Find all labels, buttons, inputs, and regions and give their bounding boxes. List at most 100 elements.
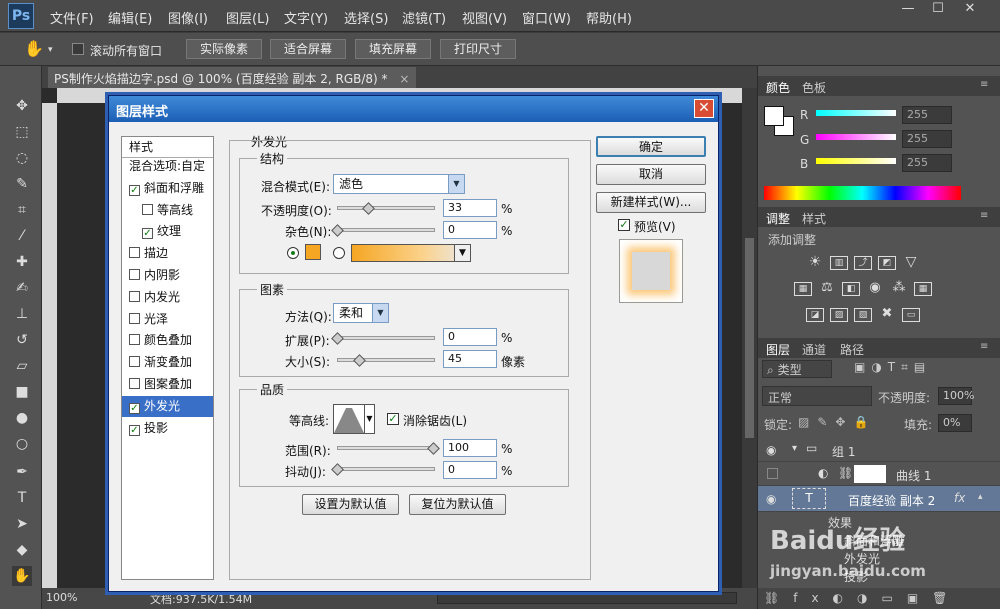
channel-b-slider[interactable] xyxy=(816,158,896,164)
style-list-item[interactable]: 内阴影 xyxy=(122,265,213,286)
opacity-slider-track[interactable] xyxy=(337,206,435,210)
style-list-item[interactable]: 等高线 xyxy=(122,200,213,221)
dialog-close-button[interactable]: ✕ xyxy=(694,99,714,118)
style-list-item[interactable]: 混合选项:自定 xyxy=(122,156,213,177)
style-list-item[interactable]: 渐变叠加 xyxy=(122,352,213,373)
vertical-scrollbar[interactable] xyxy=(742,88,757,588)
chevron-down-icon[interactable]: ▼ xyxy=(364,405,374,433)
fill-value[interactable]: 0% xyxy=(938,414,972,432)
style-checkbox[interactable]: ✓ xyxy=(142,228,153,240)
method-select[interactable]: 柔和 ▼ xyxy=(333,303,389,323)
menu-help[interactable]: 帮助(H) xyxy=(586,8,632,27)
panel-menu-icon[interactable]: ≡ xyxy=(980,210,988,221)
layer-filter-kind[interactable]: ⌕ 类型 xyxy=(762,360,832,378)
new-style-button[interactable]: 新建样式(W)... xyxy=(596,192,706,213)
eyedropper-tool-icon[interactable]: ⁄ xyxy=(12,226,32,246)
quick-select-tool-icon[interactable]: ✎ xyxy=(12,174,32,194)
clone-stamp-tool-icon[interactable]: ⊥ xyxy=(12,304,32,324)
style-checkbox[interactable] xyxy=(129,247,140,259)
layer-opacity-value[interactable]: 100% xyxy=(938,387,974,405)
tab-channels[interactable]: 通道 xyxy=(802,341,826,358)
healing-brush-tool-icon[interactable]: ✚ xyxy=(12,252,32,272)
style-list-item[interactable]: ✓ 纹理 xyxy=(122,221,213,242)
hand-tool-icon[interactable]: ✋ xyxy=(24,39,44,58)
invert-icon[interactable]: ◪ xyxy=(806,308,824,322)
style-checkbox[interactable] xyxy=(129,290,140,302)
channel-g-value[interactable]: 255 xyxy=(902,130,952,148)
move-tool-icon[interactable]: ✥ xyxy=(12,96,32,116)
menu-select[interactable]: 选择(S) xyxy=(344,8,388,27)
chevron-down-icon[interactable]: ▼ xyxy=(372,304,388,322)
dodge-tool-icon[interactable]: ○ xyxy=(12,434,32,454)
brightness-icon[interactable]: ☀ xyxy=(806,255,824,270)
antialias-checkbox[interactable]: ✓ xyxy=(387,413,399,425)
vibrance-icon[interactable]: ▽ xyxy=(902,255,920,270)
threshold-icon[interactable]: ▧ xyxy=(854,308,872,322)
horizontal-scrollbar[interactable] xyxy=(437,592,737,604)
panel-menu-icon[interactable]: ≡ xyxy=(980,341,988,352)
fill-screen-button[interactable]: 填充屏幕 xyxy=(355,39,431,59)
type-tool-icon[interactable]: T xyxy=(12,488,32,508)
tab-paths[interactable]: 路径 xyxy=(840,341,864,358)
style-list-item[interactable]: 样式 xyxy=(122,137,213,158)
exposure-icon[interactable]: ◩ xyxy=(878,256,896,270)
style-checkbox[interactable] xyxy=(129,378,140,389)
menu-view[interactable]: 视图(V) xyxy=(462,8,507,27)
maximize-button[interactable]: ☐ xyxy=(923,0,953,18)
contour-picker[interactable]: ▼ xyxy=(333,404,375,434)
range-input[interactable]: 100 xyxy=(443,439,497,457)
gradient-map-icon[interactable]: ▭ xyxy=(902,308,920,322)
channel-b-value[interactable]: 255 xyxy=(902,154,952,172)
tab-layers[interactable]: 图层 xyxy=(766,341,790,358)
ok-button[interactable]: 确定 xyxy=(596,136,706,157)
jitter-input[interactable]: 0 xyxy=(443,461,497,479)
close-icon[interactable]: × xyxy=(399,72,409,86)
menu-file[interactable]: 文件(F) xyxy=(50,8,94,27)
layers-panel-footer[interactable]: ⛓fx◐◑▭▣🗑 xyxy=(758,588,1000,609)
foreground-color-swatch-top[interactable] xyxy=(764,106,784,126)
blend-mode-select[interactable]: 滤色 ▼ xyxy=(333,174,465,194)
style-checkbox[interactable] xyxy=(129,334,140,346)
panel-menu-icon[interactable]: ≡ xyxy=(980,79,988,90)
style-checkbox[interactable] xyxy=(129,356,140,368)
style-checkbox[interactable] xyxy=(129,269,140,280)
style-list-item[interactable]: 图案叠加 xyxy=(122,374,213,395)
menu-image[interactable]: 图像(I) xyxy=(168,8,208,27)
style-list-item[interactable]: ✓ 投影 xyxy=(122,418,213,439)
glow-gradient-picker[interactable]: ▼ xyxy=(351,244,471,262)
lock-icons[interactable]: ▨✎✥🔒 xyxy=(798,415,876,429)
channel-r-value[interactable]: 255 xyxy=(902,106,952,124)
style-list-item[interactable]: 描边 xyxy=(122,243,213,264)
document-tab[interactable]: PS制作火焰描边字.psd @ 100% (百度经验 副本 2, RGB/8) … xyxy=(48,67,416,88)
noise-slider-track[interactable] xyxy=(337,228,435,232)
minimize-button[interactable]: — xyxy=(893,0,923,18)
pen-tool-icon[interactable]: ✒ xyxy=(12,462,32,482)
history-brush-tool-icon[interactable]: ↺ xyxy=(12,330,32,350)
chevron-down-icon[interactable]: ▼ xyxy=(454,245,470,261)
style-list-item[interactable]: 光泽 xyxy=(122,309,213,330)
cancel-button[interactable]: 取消 xyxy=(596,164,706,185)
layer-mask-thumbnail[interactable] xyxy=(854,465,886,483)
scrollbar-thumb[interactable] xyxy=(745,238,754,438)
marquee-tool-icon[interactable]: ⬚ xyxy=(12,122,32,142)
style-list-item[interactable]: 颜色叠加 xyxy=(122,330,213,351)
layer-row-text-selected[interactable]: ◉ T 百度经验 副本 2 fx ▴ xyxy=(758,486,1000,512)
curves-icon[interactable]: ⤴ xyxy=(854,256,872,270)
eye-icon[interactable]: ◉ xyxy=(766,492,776,506)
layer-row-group[interactable]: ◉ ▾ ▭ 组 1 xyxy=(758,438,1000,462)
noise-input[interactable]: 0 xyxy=(443,221,497,239)
layer-row-curves[interactable]: ◐ ⛓ 曲线 1 xyxy=(758,462,1000,486)
visibility-off-box[interactable] xyxy=(767,468,778,479)
chevron-down-icon[interactable]: ▾ xyxy=(792,443,797,454)
channel-r-slider[interactable] xyxy=(816,110,896,116)
style-checkbox[interactable]: ✓ xyxy=(129,184,140,196)
jitter-slider-track[interactable] xyxy=(337,467,435,471)
size-input[interactable]: 45 xyxy=(443,350,497,368)
layer-filter-icons[interactable]: ▣◑T⌗▤ xyxy=(854,360,931,375)
fit-screen-button[interactable]: 适合屏幕 xyxy=(270,39,346,59)
opacity-input[interactable]: 33 xyxy=(443,199,497,217)
close-window-button[interactable]: ✕ xyxy=(955,0,985,18)
tab-swatches[interactable]: 色板 xyxy=(802,79,826,96)
chevron-up-icon[interactable]: ▴ xyxy=(978,492,983,502)
reset-default-button[interactable]: 复位为默认值 xyxy=(409,494,506,515)
